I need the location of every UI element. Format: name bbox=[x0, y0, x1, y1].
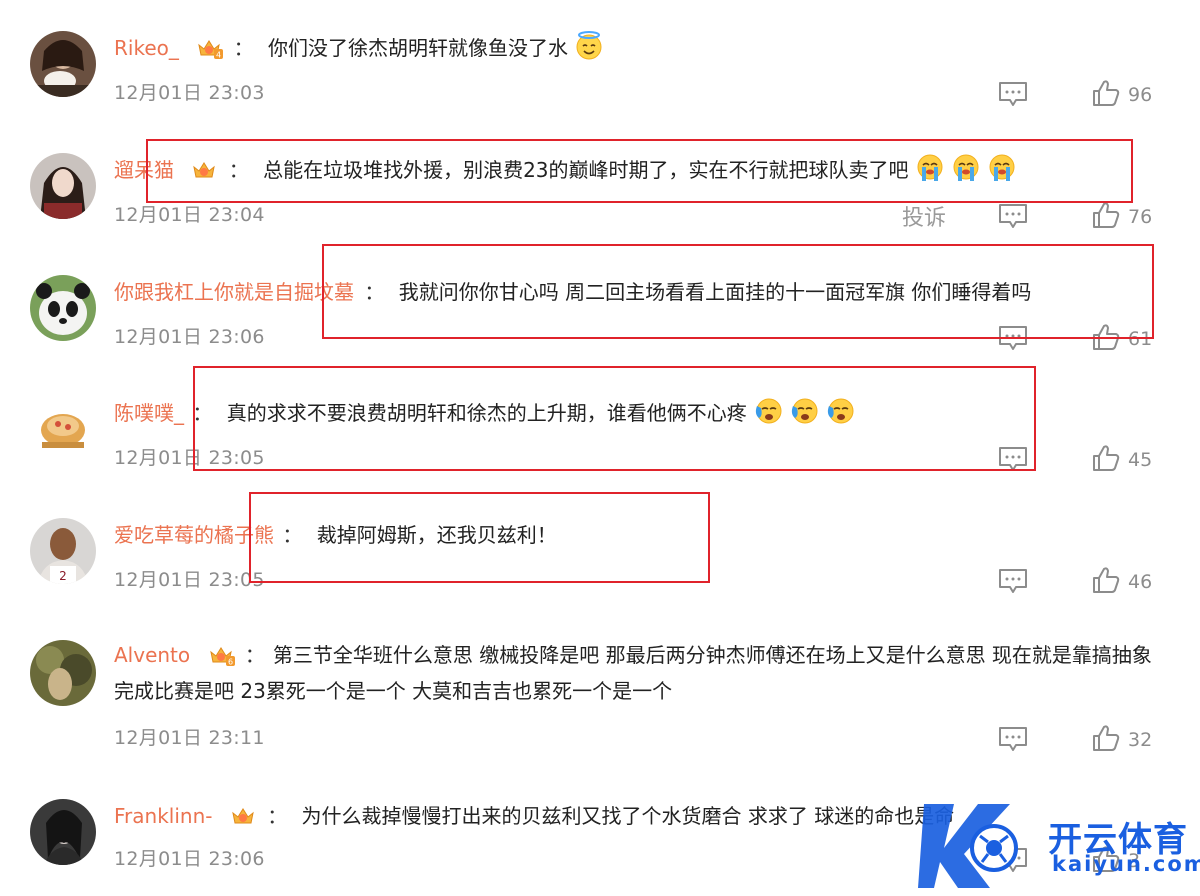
reply-icon[interactable] bbox=[998, 81, 1028, 107]
avatar[interactable] bbox=[30, 153, 96, 219]
username-link[interactable]: Rikeo_ bbox=[114, 36, 179, 60]
thumbs-up-icon[interactable] bbox=[1092, 724, 1120, 752]
colon: ： bbox=[267, 804, 288, 828]
like-count: 96 bbox=[1128, 84, 1153, 106]
watermark-domain: kaiyun.com bbox=[1052, 852, 1200, 876]
colon: ： bbox=[233, 36, 254, 60]
comment-text: 你们没了徐杰胡明轩就像鱼没了水 bbox=[267, 36, 568, 60]
vip-crown-badge-icon: 4 bbox=[197, 34, 224, 60]
comment-timestamp: 12月01日 23:06 bbox=[114, 848, 265, 870]
comment-timestamp: 12月01日 23:05 bbox=[114, 569, 265, 591]
username-link[interactable]: 你跟我杠上你就是自掘坟墓 bbox=[114, 280, 354, 304]
highlight-box bbox=[193, 366, 1036, 471]
thumbs-up-icon[interactable] bbox=[1092, 201, 1120, 229]
reply-icon[interactable] bbox=[998, 203, 1028, 229]
highlight-box bbox=[249, 492, 710, 583]
like-count: 32 bbox=[1128, 729, 1153, 751]
vip-crown-badge-icon: 6 bbox=[209, 641, 235, 667]
avatar[interactable] bbox=[30, 396, 96, 462]
comment-timestamp: 12月01日 23:04 bbox=[114, 204, 265, 226]
comment-text: 第三节全华班什么意思 缴械投降是吧 那最后两分钟杰师傅还在场上又是什么意思 现在… bbox=[114, 643, 1152, 703]
angel-emoji-icon bbox=[574, 31, 604, 61]
thumbs-up-icon[interactable] bbox=[1092, 79, 1120, 107]
username-link[interactable]: 陈噗噗_ bbox=[114, 401, 184, 425]
comment-line: Alvento 6 ：第三节全华班什么意思 缴械投降是吧 那最后两分钟杰师傅还在… bbox=[114, 637, 1154, 709]
thumbs-up-icon[interactable] bbox=[1092, 444, 1120, 472]
badge-level: 6 bbox=[227, 658, 232, 667]
like-count: 46 bbox=[1128, 571, 1153, 593]
highlight-box bbox=[322, 244, 1154, 339]
username-link[interactable]: Alvento bbox=[114, 643, 190, 667]
comment-timestamp: 12月01日 23:11 bbox=[114, 727, 265, 749]
reply-icon[interactable] bbox=[998, 726, 1028, 752]
comment-timestamp: 12月01日 23:06 bbox=[114, 326, 265, 348]
like-count: 45 bbox=[1128, 449, 1153, 471]
avatar[interactable] bbox=[30, 31, 96, 97]
thumbs-up-icon[interactable] bbox=[1092, 566, 1120, 594]
vip-crown-badge-icon bbox=[231, 802, 257, 824]
like-count: 76 bbox=[1128, 206, 1153, 228]
report-button[interactable]: 投诉 bbox=[902, 200, 946, 232]
avatar[interactable] bbox=[30, 275, 96, 341]
avatar[interactable] bbox=[30, 799, 96, 865]
comment-text: 为什么裁掉慢慢打出来的贝兹利又找了个水货磨合 求求了 球迷的命也是命 bbox=[301, 804, 955, 828]
avatar[interactable]: 2 bbox=[30, 518, 96, 584]
badge-level: 4 bbox=[216, 51, 221, 60]
username-link[interactable]: Franklinn- bbox=[114, 804, 212, 828]
highlight-box bbox=[146, 139, 1133, 203]
comment-timestamp: 12月01日 23:03 bbox=[114, 82, 265, 104]
comment-line: Rikeo_ 4 ： 你们没了徐杰胡明轩就像鱼没了水 bbox=[114, 30, 1159, 66]
avatar[interactable] bbox=[30, 640, 96, 706]
colon: ： bbox=[244, 643, 265, 667]
reply-icon[interactable] bbox=[998, 568, 1028, 594]
svg-text:2: 2 bbox=[59, 569, 67, 583]
